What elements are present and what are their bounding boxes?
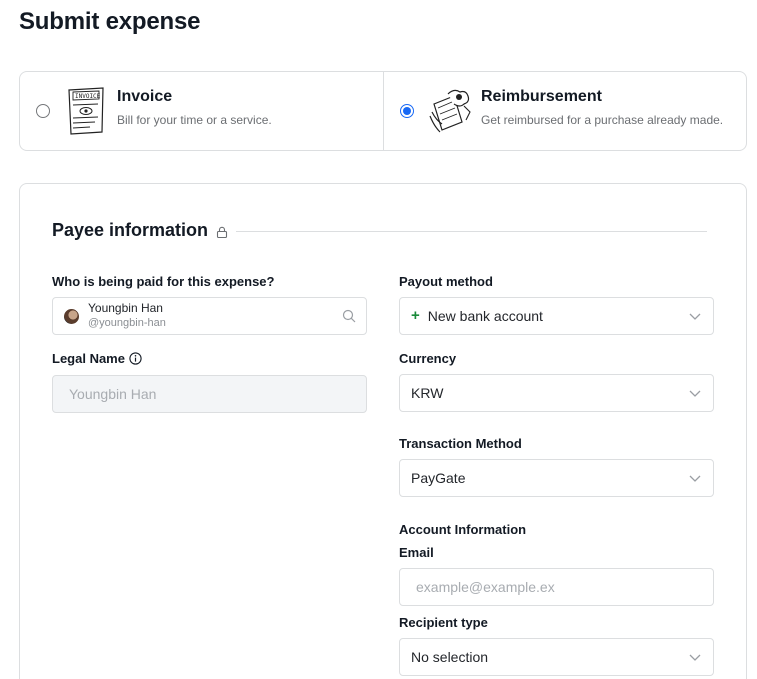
- legal-name-label-text: Legal Name: [52, 351, 125, 366]
- payout-method-value: New bank account: [427, 308, 543, 324]
- invoice-description: Bill for your time or a service.: [117, 113, 272, 127]
- payout-method-label: Payout method: [399, 274, 493, 289]
- email-label: Email: [399, 545, 434, 560]
- info-icon[interactable]: [129, 352, 142, 365]
- chevron-down-icon: [689, 475, 701, 482]
- invoice-radio[interactable]: [36, 104, 50, 118]
- currency-select[interactable]: KRW: [399, 374, 714, 412]
- payee-section-header: Payee information: [52, 219, 707, 241]
- recipient-type-label: Recipient type: [399, 615, 488, 630]
- recipient-type-value: No selection: [411, 649, 489, 665]
- transaction-method-select[interactable]: PayGate: [399, 459, 714, 497]
- expense-form-card: Payee information Who is being paid for …: [19, 183, 747, 679]
- reimbursement-title: Reimbursement: [481, 88, 602, 105]
- svg-text:INVOICE: INVOICE: [75, 93, 101, 100]
- currency-value: KRW: [411, 385, 444, 401]
- expense-type-picker: INVOICE Invoice Bill for your time or a …: [19, 71, 747, 151]
- search-icon[interactable]: [342, 309, 356, 323]
- lock-icon: [216, 226, 228, 238]
- chevron-down-icon: [689, 654, 701, 661]
- legal-name-input[interactable]: Youngbin Han: [52, 375, 367, 413]
- payee-handle: @youngbin-han: [88, 317, 166, 329]
- page-title: Submit expense: [19, 8, 201, 35]
- payee-picker[interactable]: Youngbin Han @youngbin-han: [52, 297, 367, 335]
- chevron-down-icon: [689, 390, 701, 397]
- expense-type-invoice[interactable]: INVOICE Invoice Bill for your time or a …: [20, 72, 383, 150]
- invoice-title: Invoice: [117, 88, 173, 105]
- payee-name: Youngbin Han: [88, 301, 163, 315]
- reimbursement-illustration-icon: [429, 89, 471, 133]
- expense-type-reimbursement[interactable]: Reimbursement Get reimbursed for a purch…: [383, 72, 746, 150]
- plus-icon: +: [411, 307, 420, 324]
- account-info-heading: Account Information: [399, 522, 527, 537]
- section-divider: [236, 231, 707, 232]
- recipient-type-select[interactable]: No selection: [399, 638, 714, 676]
- email-field[interactable]: example@example.ex: [399, 568, 714, 606]
- payee-label: Who is being paid for this expense?: [52, 274, 275, 289]
- reimbursement-description: Get reimbursed for a purchase already ma…: [481, 113, 724, 127]
- avatar: [64, 308, 79, 324]
- chevron-down-icon: [689, 313, 701, 320]
- invoice-illustration-icon: INVOICE: [68, 87, 104, 135]
- payout-method-select[interactable]: + New bank account: [399, 297, 714, 335]
- legal-name-label: Legal Name: [52, 351, 142, 366]
- payee-info: Youngbin Han @youngbin-han: [88, 301, 166, 331]
- currency-label: Currency: [399, 351, 457, 366]
- transaction-method-label: Transaction Method: [399, 436, 522, 451]
- transaction-method-value: PayGate: [411, 470, 466, 486]
- payee-section-title: Payee information: [52, 219, 209, 240]
- reimbursement-radio[interactable]: [400, 104, 414, 118]
